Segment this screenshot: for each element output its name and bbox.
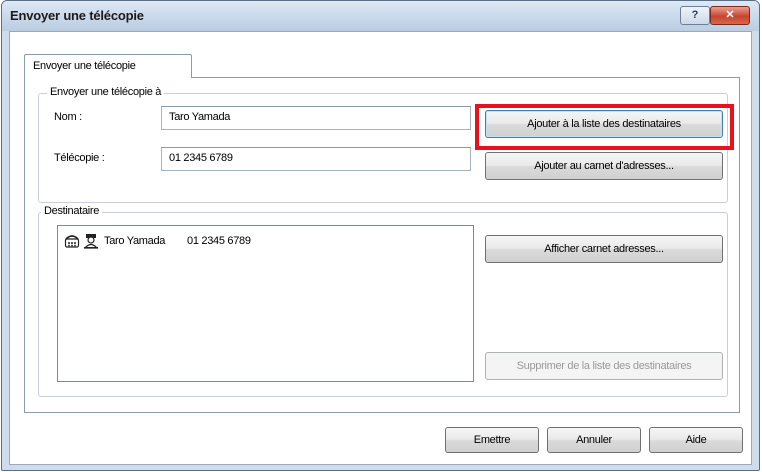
tab-send-fax[interactable]: Envoyer une télécopie <box>24 54 192 78</box>
recipient-list[interactable]: Taro Yamada 01 2345 6789 <box>57 225 474 382</box>
fax-label: Télécopie : <box>54 152 105 164</box>
help-icon[interactable]: ? <box>680 6 710 25</box>
recipient-name: Taro Yamada <box>104 235 166 247</box>
recipient-group-label: Destinataire <box>41 205 103 217</box>
dialog-client-area: Envoyer une télécopie Envoyer une téléco… <box>9 31 752 465</box>
name-field[interactable]: Taro Yamada <box>161 106 471 130</box>
name-label: Nom : <box>54 111 82 123</box>
cancel-button[interactable]: Annuler <box>547 427 641 453</box>
person-icon <box>83 233 99 252</box>
fax-number-field[interactable]: 01 2345 6789 <box>161 147 471 171</box>
tab-panel: Envoyer une télécopie à Nom : Taro Yamad… <box>24 77 740 413</box>
list-item[interactable]: Taro Yamada 01 2345 6789 <box>64 233 464 251</box>
remove-from-recipient-list-button[interactable]: Supprimer de la liste des destinataires <box>485 352 723 380</box>
fax-icon <box>64 233 80 252</box>
title-bar[interactable]: Envoyer une télécopie ? ✕ <box>2 1 759 31</box>
help-button[interactable]: Aide <box>649 427 743 453</box>
recipient-fax: 01 2345 6789 <box>187 235 251 247</box>
send-fax-group-label: Envoyer une télécopie à <box>47 86 165 98</box>
close-icon[interactable]: ✕ <box>710 6 750 25</box>
dialog-window: Envoyer une télécopie ? ✕ Envoyer une té… <box>1 0 760 471</box>
add-to-recipient-list-button[interactable]: Ajouter à la liste des destinataires <box>485 110 723 138</box>
send-button[interactable]: Emettre <box>445 427 539 453</box>
window-title: Envoyer une télécopie <box>10 8 144 23</box>
add-to-address-book-button[interactable]: Ajouter au carnet d'adresses... <box>485 152 723 180</box>
show-address-book-button[interactable]: Afficher carnet adresses... <box>485 235 723 263</box>
